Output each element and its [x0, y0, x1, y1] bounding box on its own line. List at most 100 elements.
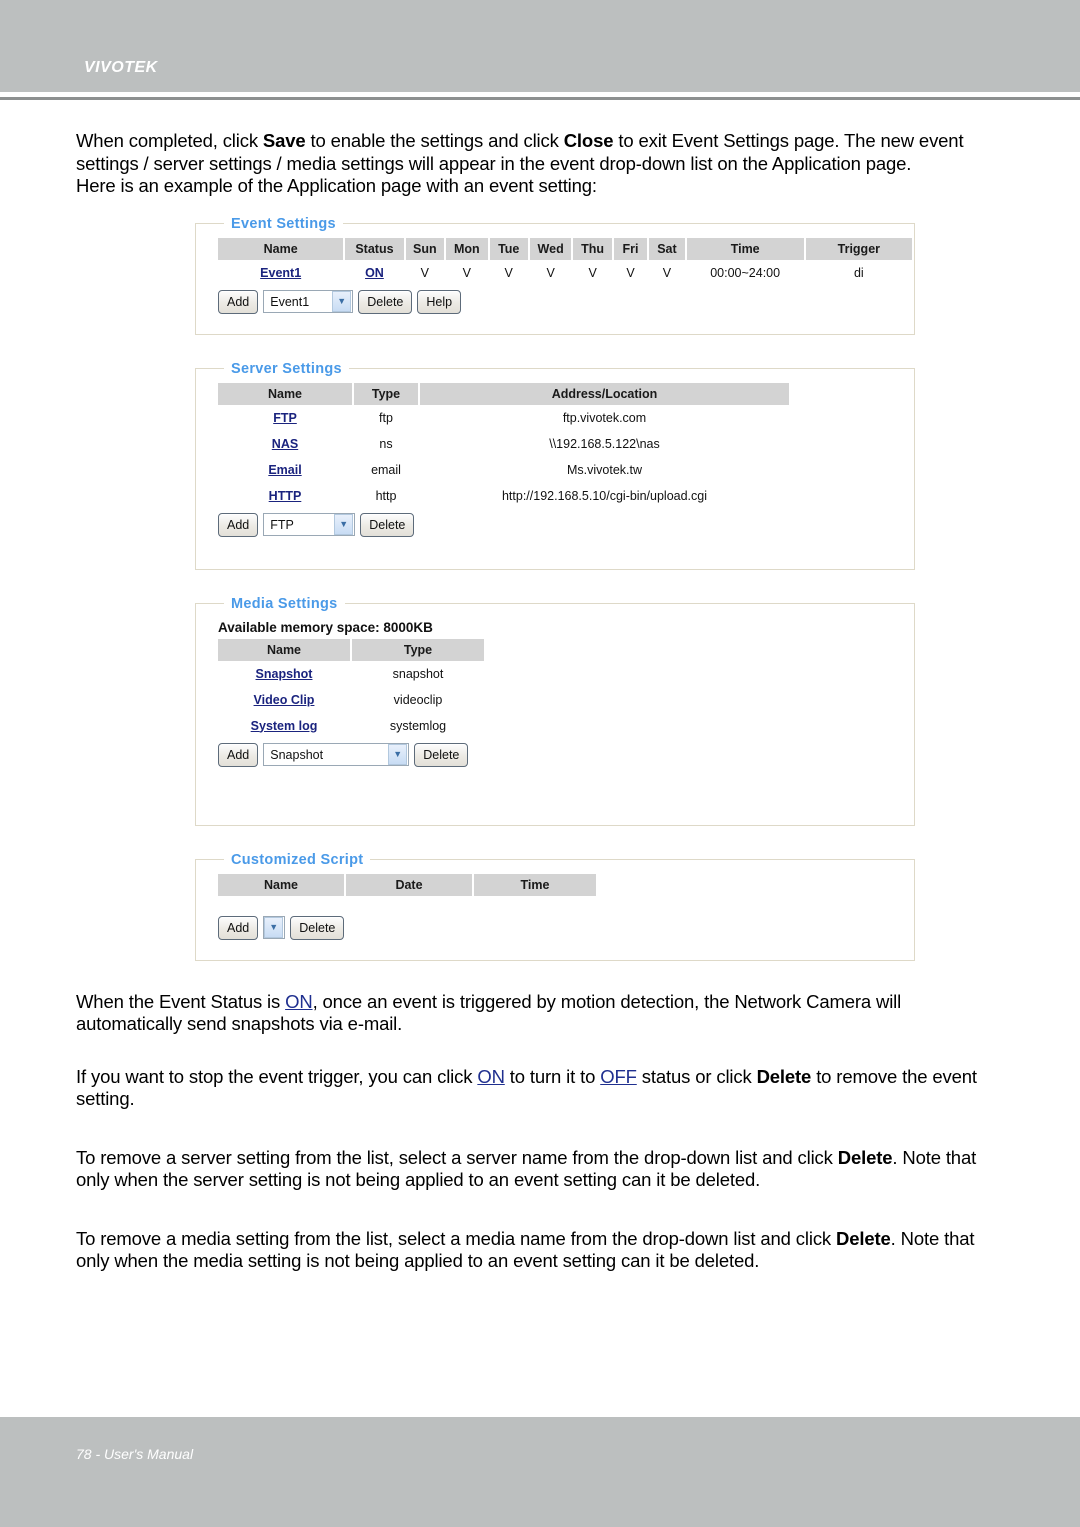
media-name-cell[interactable]: Snapshot — [218, 661, 350, 687]
event-status-cell[interactable]: ON — [345, 260, 403, 286]
col-type: Type — [354, 382, 418, 405]
note2-delete-keyword: Delete — [756, 1065, 812, 1087]
table-row: HTTP http http://192.168.5.10/cgi-bin/up… — [218, 483, 789, 509]
media-type-cell: videoclip — [393, 692, 443, 707]
note4-delete-keyword: Delete — [836, 1227, 891, 1249]
save-keyword: Save — [262, 130, 306, 151]
media-type-cell: systemlog — [389, 718, 447, 733]
event-add-button[interactable]: Add — [218, 289, 259, 314]
server-name-cell[interactable]: HTTP — [218, 483, 352, 509]
event-trigger-cell: di — [853, 265, 864, 280]
event-thu-cell: V — [588, 265, 597, 280]
media-name-cell[interactable]: System log — [218, 713, 350, 739]
customized-script-table: Name Date Time — [216, 873, 598, 896]
note1-on-link[interactable]: ON — [285, 991, 313, 1012]
table-row: FTP ftp ftp.vivotek.com — [218, 405, 789, 431]
table-row: Video Clip videoclip — [218, 687, 484, 713]
col-date: Date — [346, 873, 472, 896]
server-http-link[interactable]: HTTP — [269, 489, 302, 503]
col-fri: Fri — [613, 237, 648, 260]
table-header-row: Name Type Address/Location — [218, 382, 789, 405]
media-settings-controls: Add Snapshot ▼ Delete — [216, 742, 914, 767]
page-content: When completed, click Save to enable the… — [0, 100, 1080, 1273]
note3-text-a: To remove a server setting from the list… — [76, 1146, 838, 1168]
server-name-cell[interactable]: Email — [218, 457, 352, 483]
event-name-cell[interactable]: Event1 — [218, 260, 343, 286]
application-page-screenshot: Event Settings Name Status Sun Mon Tue W… — [195, 215, 915, 961]
col-wed: Wed — [529, 237, 572, 260]
note2-off-link[interactable]: OFF — [600, 1066, 637, 1087]
available-memory-label: Available memory space: 8000KB — [218, 619, 433, 635]
event-mon-cell: V — [462, 265, 471, 280]
server-select-value: FTP — [270, 517, 294, 532]
chevron-down-icon[interactable]: ▼ — [264, 917, 284, 938]
col-trigger: Trigger — [805, 237, 912, 260]
intro-text-a: When completed, click — [76, 130, 263, 151]
server-type-cell: ftp — [379, 410, 393, 425]
server-name-cell[interactable]: FTP — [218, 405, 352, 431]
server-select[interactable]: FTP ▼ — [263, 513, 356, 536]
script-add-button[interactable]: Add — [218, 915, 259, 940]
server-type-cell: ns — [379, 436, 393, 451]
col-name: Name — [218, 237, 344, 260]
media-name-cell[interactable]: Video Clip — [218, 687, 350, 713]
media-add-button[interactable]: Add — [218, 742, 259, 767]
col-sun: Sun — [405, 237, 445, 260]
col-time: Time — [474, 873, 596, 896]
col-type: Type — [352, 638, 484, 661]
media-snapshot-link[interactable]: Snapshot — [256, 667, 313, 681]
event-fri-cell: V — [626, 265, 635, 280]
note-paragraph-2: If you want to stop the event trigger, y… — [76, 1066, 1004, 1111]
chevron-down-icon[interactable]: ▼ — [334, 514, 354, 535]
note2-text-b: to turn it to — [504, 1065, 601, 1087]
script-select[interactable]: ▼ — [263, 916, 286, 939]
server-type-cell: http — [375, 488, 397, 503]
event-settings-table: Name Status Sun Mon Tue Wed Thu Fri Sat … — [216, 237, 914, 286]
event-help-button[interactable]: Help — [417, 289, 462, 314]
event-status-link[interactable]: ON — [365, 266, 384, 280]
col-address: Address/Location — [420, 382, 789, 405]
server-delete-button[interactable]: Delete — [360, 512, 415, 537]
col-name: Name — [218, 873, 344, 896]
media-select[interactable]: Snapshot ▼ — [263, 743, 410, 766]
intro-paragraph-1: When completed, click Save to enable the… — [76, 130, 1004, 175]
media-videoclip-link[interactable]: Video Clip — [254, 693, 315, 707]
media-systemlog-link[interactable]: System log — [251, 719, 318, 733]
note2-on-link[interactable]: ON — [477, 1066, 505, 1087]
event-wed-cell: V — [546, 265, 555, 280]
event-settings-legend: Event Settings — [231, 215, 336, 232]
col-thu: Thu — [573, 237, 612, 260]
event-settings-panel: Event Settings Name Status Sun Mon Tue W… — [195, 215, 915, 335]
event-select[interactable]: Event1 ▼ — [263, 290, 354, 313]
chevron-down-icon[interactable]: ▼ — [332, 291, 352, 312]
event-time-cell: 00:00~24:00 — [710, 265, 781, 280]
server-add-button[interactable]: Add — [218, 512, 259, 537]
table-header-row: Name Type — [218, 638, 484, 661]
table-header-row: Name Status Sun Mon Tue Wed Thu Fri Sat … — [218, 237, 912, 260]
server-ftp-link[interactable]: FTP — [273, 411, 297, 425]
media-settings-panel: Media Settings Available memory space: 8… — [195, 595, 915, 826]
col-name: Name — [218, 638, 350, 661]
server-address-cell: \\192.168.5.122\nas — [549, 436, 660, 451]
intro-text-b: to enable the settings and click — [305, 130, 564, 151]
server-address-cell: ftp.vivotek.com — [562, 410, 647, 425]
chevron-down-icon[interactable]: ▼ — [388, 744, 408, 765]
server-nas-link[interactable]: NAS — [272, 437, 298, 451]
server-email-link[interactable]: Email — [268, 463, 301, 477]
customized-script-legend: Customized Script — [231, 851, 364, 868]
close-keyword: Close — [563, 130, 614, 151]
note-paragraph-3: To remove a server setting from the list… — [76, 1147, 1004, 1192]
media-delete-button[interactable]: Delete — [414, 742, 469, 767]
event-delete-button[interactable]: Delete — [358, 289, 413, 314]
server-settings-legend: Server Settings — [231, 360, 342, 377]
footer-page-label: 78 - User's Manual — [76, 1446, 194, 1462]
customized-script-panel: Customized Script Name Date Time Add ▼ D… — [195, 851, 915, 961]
note3-delete-keyword: Delete — [837, 1146, 893, 1168]
event1-link[interactable]: Event1 — [260, 266, 301, 280]
event-select-value: Event1 — [270, 294, 310, 309]
note1-text-a: When the Event Status is — [76, 990, 286, 1012]
note-paragraph-1: When the Event Status is ON, once an eve… — [76, 991, 1004, 1036]
server-name-cell[interactable]: NAS — [218, 431, 352, 457]
script-delete-button[interactable]: Delete — [290, 915, 345, 940]
media-settings-table: Name Type Snapshot snapshot Video Clip v… — [216, 638, 486, 739]
